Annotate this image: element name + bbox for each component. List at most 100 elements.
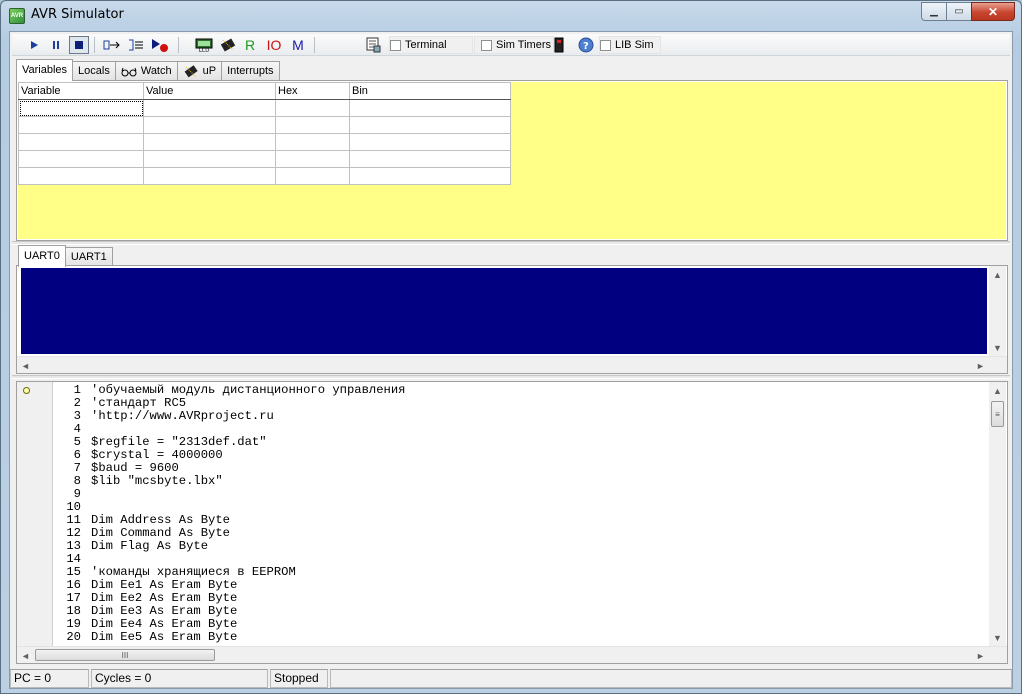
close-button[interactable]: ✕ [971,2,1015,21]
code-line[interactable]: 13 Dim Flag As Byte [53,540,406,553]
table-row[interactable] [18,150,511,168]
table-row[interactable] [18,99,511,117]
scroll-up-arrow[interactable]: ▲ [989,382,1006,399]
splitter-top[interactable] [12,241,1010,245]
code-line-text: Dim Flag As Byte [91,539,209,553]
hardware-button[interactable] [552,36,566,54]
terminal-checkbox-box[interactable] [390,39,401,51]
table-cell[interactable] [275,116,350,134]
scroll-right-arrow[interactable]: ► [972,357,989,374]
table-cell[interactable] [143,99,276,117]
scroll-up-arrow[interactable]: ▲ [989,266,1006,283]
table-row[interactable] [18,133,511,151]
table-cell[interactable] [275,167,350,185]
table-cell[interactable] [275,133,350,151]
column-header-variable[interactable]: Variable [18,82,144,100]
column-header-hex[interactable]: Hex [275,82,350,100]
table-cell[interactable] [349,167,511,185]
variables-table-header: Variable Value Hex Bin [18,82,511,100]
step-into-button[interactable] [102,36,122,54]
tab-up[interactable]: uP [176,61,223,81]
step-into-icon [103,40,120,50]
table-cell[interactable] [18,116,144,134]
editor-vertical-scrollbar[interactable]: ▲ ≡ ▼ [989,382,1006,646]
scroll-right-arrow[interactable]: ► [972,647,989,664]
column-header-bin[interactable]: Bin [349,82,511,100]
scroll-left-arrow[interactable]: ◄ [17,357,34,374]
stop-button[interactable] [69,36,89,54]
table-cell[interactable] [143,116,276,134]
scroll-left-arrow[interactable]: ◄ [17,647,34,664]
code-line[interactable]: 3'http://www.AVRproject.ru [53,410,406,423]
breakpoint-gutter[interactable] [17,382,53,646]
table-cell[interactable] [349,99,511,117]
tab-variables[interactable]: Variables [16,59,74,81]
editor-vertical-scroll-thumb[interactable]: ≡ [991,401,1004,427]
tab-locals[interactable]: Locals [72,61,116,81]
chip-button[interactable] [218,36,238,54]
tab-watch[interactable]: Watch [114,61,178,81]
editor-horizontal-scroll-thumb[interactable]: III [35,649,215,661]
status-extra [330,669,1012,688]
table-cell[interactable] [143,167,276,185]
table-cell[interactable] [275,99,350,117]
lcd-button[interactable]: LCD [194,36,214,54]
table-cell[interactable] [18,99,144,117]
avr-app-icon: AVR [9,8,25,24]
run-button[interactable] [26,36,42,54]
uart-output[interactable] [21,268,987,354]
variables-table[interactable]: Variable Value Hex Bin [18,82,511,185]
maximize-button[interactable]: ▭ [946,2,972,21]
memory-button[interactable]: M [290,36,306,54]
lib-sim-checkbox-box[interactable] [600,39,611,51]
registers-button[interactable]: R [242,36,258,54]
code-line[interactable]: 8 $lib "mcsbyte.lbx" [53,475,406,488]
terminal-icon-button[interactable] [364,36,382,54]
title-bar[interactable]: AVR AVR Simulator ▁ ▭ ✕ [1,1,1021,31]
code-editor[interactable]: 1'обучаемый модуль дистанционного управл… [17,382,989,646]
table-cell[interactable] [349,116,511,134]
code-line[interactable]: 9 [53,488,406,501]
step-over-button[interactable] [126,36,146,54]
top-tab-strip: Variables Locals Watch uP Interrupts [16,59,280,81]
code-line-text: Dim Ee5 As Eram Byte [91,630,238,644]
column-header-value[interactable]: Value [143,82,276,100]
lcd-icon: LCD [195,38,213,52]
pause-icon [53,41,59,49]
help-button[interactable]: ? [577,36,595,54]
table-cell[interactable] [143,150,276,168]
tab-interrupts[interactable]: Interrupts [221,61,280,81]
scroll-down-arrow[interactable]: ▼ [989,629,1006,646]
scroll-down-arrow-icon: ▼ [993,632,1002,643]
editor-horizontal-scrollbar[interactable]: ◄ III ► [17,646,1007,663]
sim-timers-checkbox[interactable]: Sim Timers [474,36,554,54]
minimize-button[interactable]: ▁ [921,2,947,21]
table-cell[interactable] [18,150,144,168]
code-line[interactable]: 20 Dim Ee5 As Eram Byte [53,631,406,644]
run-to-breakpoint-button[interactable] [150,36,170,54]
table-cell[interactable] [18,133,144,151]
tab-uart0[interactable]: UART0 [18,245,66,267]
io-button[interactable]: IO [264,36,284,54]
uart-pane: ▲ ▼ ◄ ► [16,265,1008,374]
table-cell[interactable] [349,150,511,168]
table-cell[interactable] [18,167,144,185]
uart-vertical-scrollbar[interactable]: ▲ ▼ [989,266,1006,356]
table-cell[interactable] [275,150,350,168]
splitter-bottom[interactable] [12,375,1010,379]
tab-interrupts-label: Interrupts [227,65,274,77]
table-row[interactable] [18,116,511,134]
lib-sim-checkbox[interactable]: LIB Sim [599,36,661,54]
tab-uart1[interactable]: UART1 [64,247,113,267]
breakpoint-marker-icon[interactable] [23,387,30,394]
uart-tab-strip: UART0 UART1 [18,245,113,267]
table-cell[interactable] [143,133,276,151]
pause-button[interactable] [48,36,64,54]
uart-horizontal-scrollbar[interactable]: ◄ ► [17,356,1007,373]
table-row[interactable] [18,167,511,185]
terminal-checkbox[interactable]: Terminal [389,36,473,54]
table-cell[interactable] [349,133,511,151]
sim-timers-checkbox-box[interactable] [481,39,492,51]
scroll-down-arrow[interactable]: ▼ [989,339,1006,356]
code-text[interactable]: 1'обучаемый модуль дистанционного управл… [53,384,406,644]
